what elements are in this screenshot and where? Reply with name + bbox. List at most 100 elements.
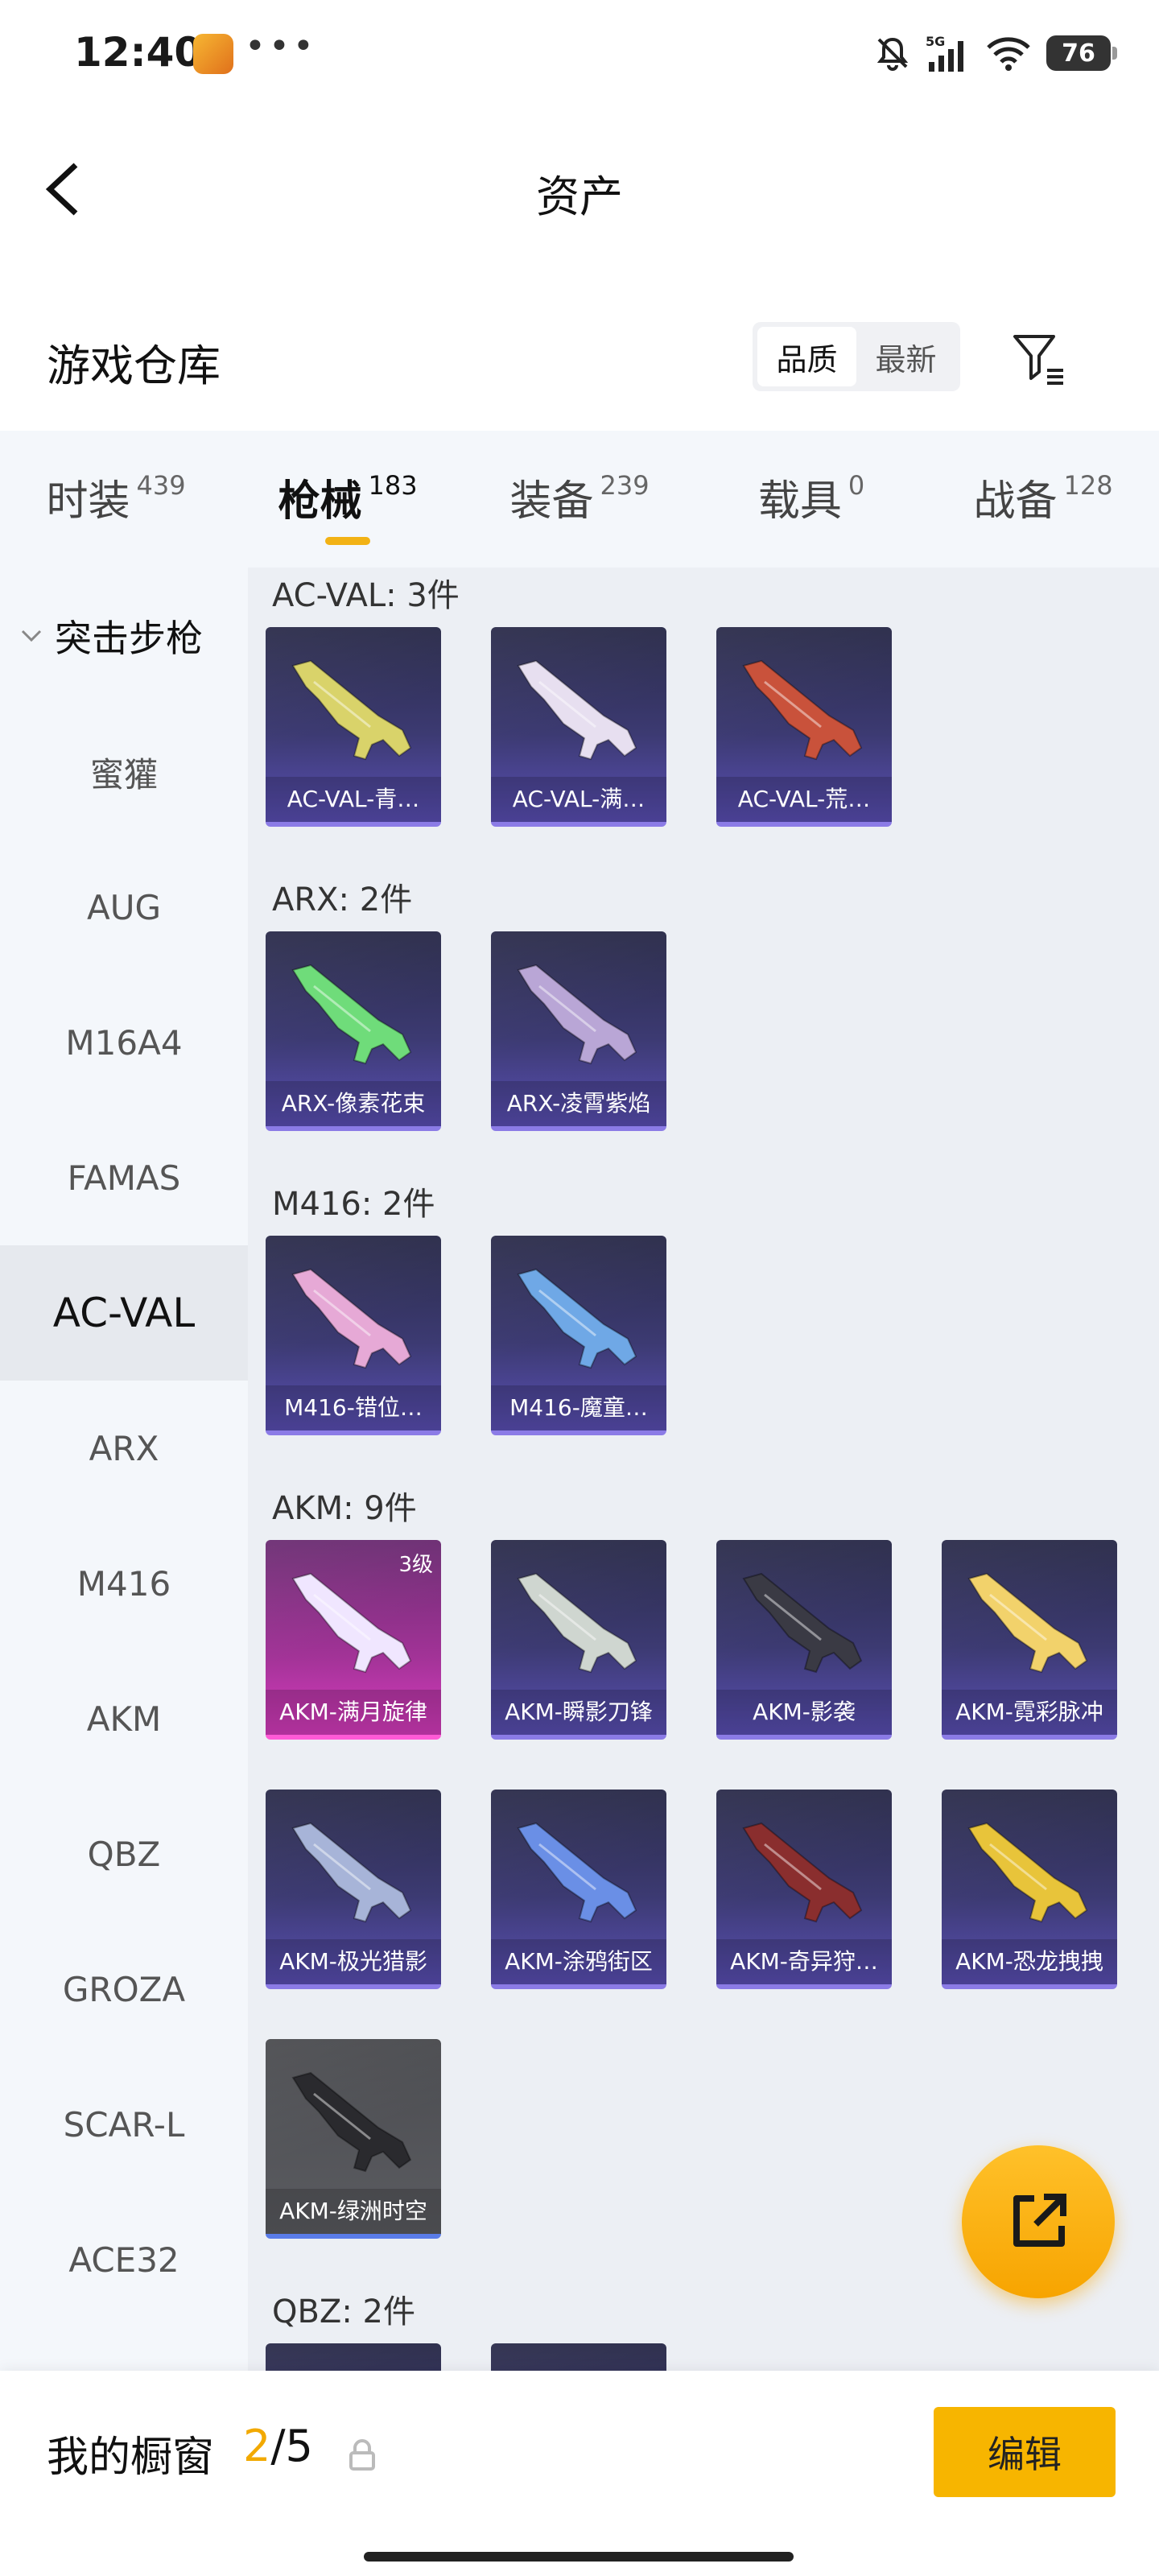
status-icons: 5G 76 (874, 31, 1117, 76)
weapon-skin-icon (291, 1268, 412, 1369)
weapon-card[interactable]: AKM-影袭 (716, 1540, 892, 1740)
tab-count: 128 (1063, 470, 1113, 501)
weapon-skin-icon (291, 2071, 412, 2173)
weapon-skin-icon (517, 1572, 637, 1674)
weapon-card[interactable]: AKM-恐龙拽拽 (942, 1790, 1117, 1989)
sidebar-item[interactable]: ARX (0, 1381, 248, 1516)
sidebar-item[interactable]: AKM (0, 1651, 248, 1786)
home-indicator (364, 2552, 794, 2562)
weapon-skin-icon (742, 659, 863, 761)
weapon-card[interactable]: AC-VAL-荒… (716, 627, 892, 827)
weapon-card[interactable]: AKM-绿洲时空 (266, 2039, 441, 2239)
chevron-down-icon (21, 630, 42, 642)
weapon-card[interactable] (266, 2343, 441, 2371)
weapon-skin-icon (742, 1572, 863, 1674)
sidebar-item[interactable]: AUG (0, 840, 248, 975)
weapon-name: AKM-恐龙拽拽 (942, 1939, 1117, 1984)
tab-firearms[interactable]: 枪械 183 (232, 431, 464, 568)
cell-signal-icon: 5G (926, 33, 971, 73)
weapon-skin-icon (517, 1822, 637, 1923)
sort-toggle: 品质 最新 (753, 322, 960, 391)
weapon-name: ARX-凌霄紫焰 (491, 1081, 666, 1126)
signal-label: 5G (926, 34, 945, 49)
tab-label: 装备 (509, 477, 594, 526)
weapon-card[interactable]: ARX-像素花束 (266, 931, 441, 1131)
weapon-skin-icon (291, 1572, 412, 1674)
nav-header: 资产 (0, 105, 1159, 274)
weapon-type-sidebar: 突击步枪 蜜獾 AUG M16A4 FAMAS AC-VAL ARX M416 AKM QBZ G… (0, 568, 248, 2371)
filter-icon (1013, 335, 1063, 385)
weapon-name: AKM-霓彩脉冲 (942, 1690, 1117, 1735)
group-title: AKM: 9件 (272, 1490, 417, 1527)
tab-label: 枪械 (278, 477, 362, 526)
weapon-card[interactable]: AC-VAL-青… (266, 627, 441, 827)
tab-fashion[interactable]: 时装 439 (0, 431, 232, 568)
share-icon (1013, 2194, 1066, 2247)
weapon-card[interactable]: M416-错位… (266, 1236, 441, 1435)
section-title: 游戏仓库 (47, 341, 221, 391)
sidebar-item[interactable]: M416 (0, 1516, 248, 1651)
tab-equipment[interactable]: 装备 239 (464, 431, 695, 568)
weapon-card[interactable]: AKM-瞬影刀锋 (491, 1540, 666, 1740)
filter-button[interactable] (1010, 330, 1068, 388)
weapon-card[interactable]: M416-魔童… (491, 1236, 666, 1435)
tab-count: 183 (368, 470, 418, 501)
sidebar-item[interactable]: ACE32 (0, 2192, 248, 2327)
sidebar-item[interactable]: QBZ (0, 1786, 248, 1922)
weapon-name: M416-错位… (266, 1385, 441, 1430)
sidebar-item[interactable]: M16A4 (0, 975, 248, 1110)
weapon-skin-icon (517, 964, 637, 1065)
weapon-name: AC-VAL-满… (491, 777, 666, 822)
warehouse-header: 游戏仓库 品质 最新 (0, 274, 1159, 427)
category-tabs: 时装 439 枪械 183 装备 239 载具 0 战备 128 (0, 431, 1159, 568)
weapon-skin-icon (517, 659, 637, 761)
weapon-name: AKM-瞬影刀锋 (491, 1690, 666, 1735)
sidebar-category[interactable]: 突击步枪 (0, 568, 248, 704)
weapon-card[interactable]: AC-VAL-满… (491, 627, 666, 827)
level-badge: 3级 (398, 1553, 433, 1577)
showcase-bar: 我的橱窗 2/5 编辑 (0, 2371, 1159, 2576)
tab-vehicles[interactable]: 载具 0 (695, 431, 927, 568)
showcase-total: /5 (270, 2421, 313, 2471)
status-bar: 12:40 ••• 5G 76 (0, 0, 1159, 105)
weapon-skin-icon (967, 1572, 1088, 1674)
weapon-name: AKM-奇异狩… (716, 1939, 892, 1984)
tab-supplies[interactable]: 战备 128 (927, 431, 1159, 568)
weapon-name: AKM-满月旋律 (266, 1690, 441, 1735)
group-title: M416: 2件 (272, 1186, 435, 1223)
weapon-card[interactable]: ARX-凌霄紫焰 (491, 931, 666, 1131)
weapon-card[interactable]: 3级 AKM-满月旋律 (266, 1540, 441, 1740)
weapon-skin-icon (967, 1822, 1088, 1923)
weapon-name: AKM-绿洲时空 (266, 2189, 441, 2234)
weapon-card[interactable]: AKM-奇异狩… (716, 1790, 892, 1989)
edit-button[interactable]: 编辑 (934, 2407, 1116, 2497)
asset-screen: { "status_bar": { "time": "12:40", "batt… (0, 0, 1159, 2576)
sidebar-item[interactable]: GROZA (0, 1922, 248, 2057)
weapon-skin-icon (517, 1268, 637, 1369)
weapon-card[interactable]: AKM-涂鸦街区 (491, 1790, 666, 1989)
sort-newest-button[interactable]: 最新 (856, 327, 955, 386)
status-time: 12:40 (74, 29, 203, 76)
sidebar-item[interactable]: AC-VAL (0, 1245, 248, 1381)
sort-quality-button[interactable]: 品质 (757, 327, 856, 386)
sidebar-item[interactable]: 蜜獾 (0, 704, 248, 840)
weapon-card[interactable]: AKM-霓彩脉冲 (942, 1540, 1117, 1740)
weapon-card[interactable] (491, 2343, 666, 2371)
active-tab-indicator (325, 537, 370, 545)
showcase-label: 我的橱窗 (47, 2434, 215, 2482)
weapon-name: AC-VAL-荒… (716, 777, 892, 822)
mute-icon (874, 33, 911, 73)
sidebar-item[interactable]: SCAR-L (0, 2057, 248, 2192)
tab-label: 战备 (973, 477, 1058, 526)
group-title: AC-VAL: 3件 (272, 577, 460, 614)
tab-count: 239 (600, 470, 650, 501)
weapon-name: AKM-影袭 (716, 1690, 892, 1735)
wifi-icon (985, 33, 1032, 73)
share-fab[interactable] (962, 2145, 1115, 2298)
weapon-name: AKM-极光猎影 (266, 1939, 441, 1984)
showcase-current: 2 (243, 2421, 271, 2471)
weapon-card[interactable]: AKM-极光猎影 (266, 1790, 441, 1989)
sidebar-category-label: 突击步枪 (55, 617, 203, 660)
battery-icon: 76 (1046, 35, 1117, 71)
sidebar-item[interactable]: FAMAS (0, 1110, 248, 1245)
